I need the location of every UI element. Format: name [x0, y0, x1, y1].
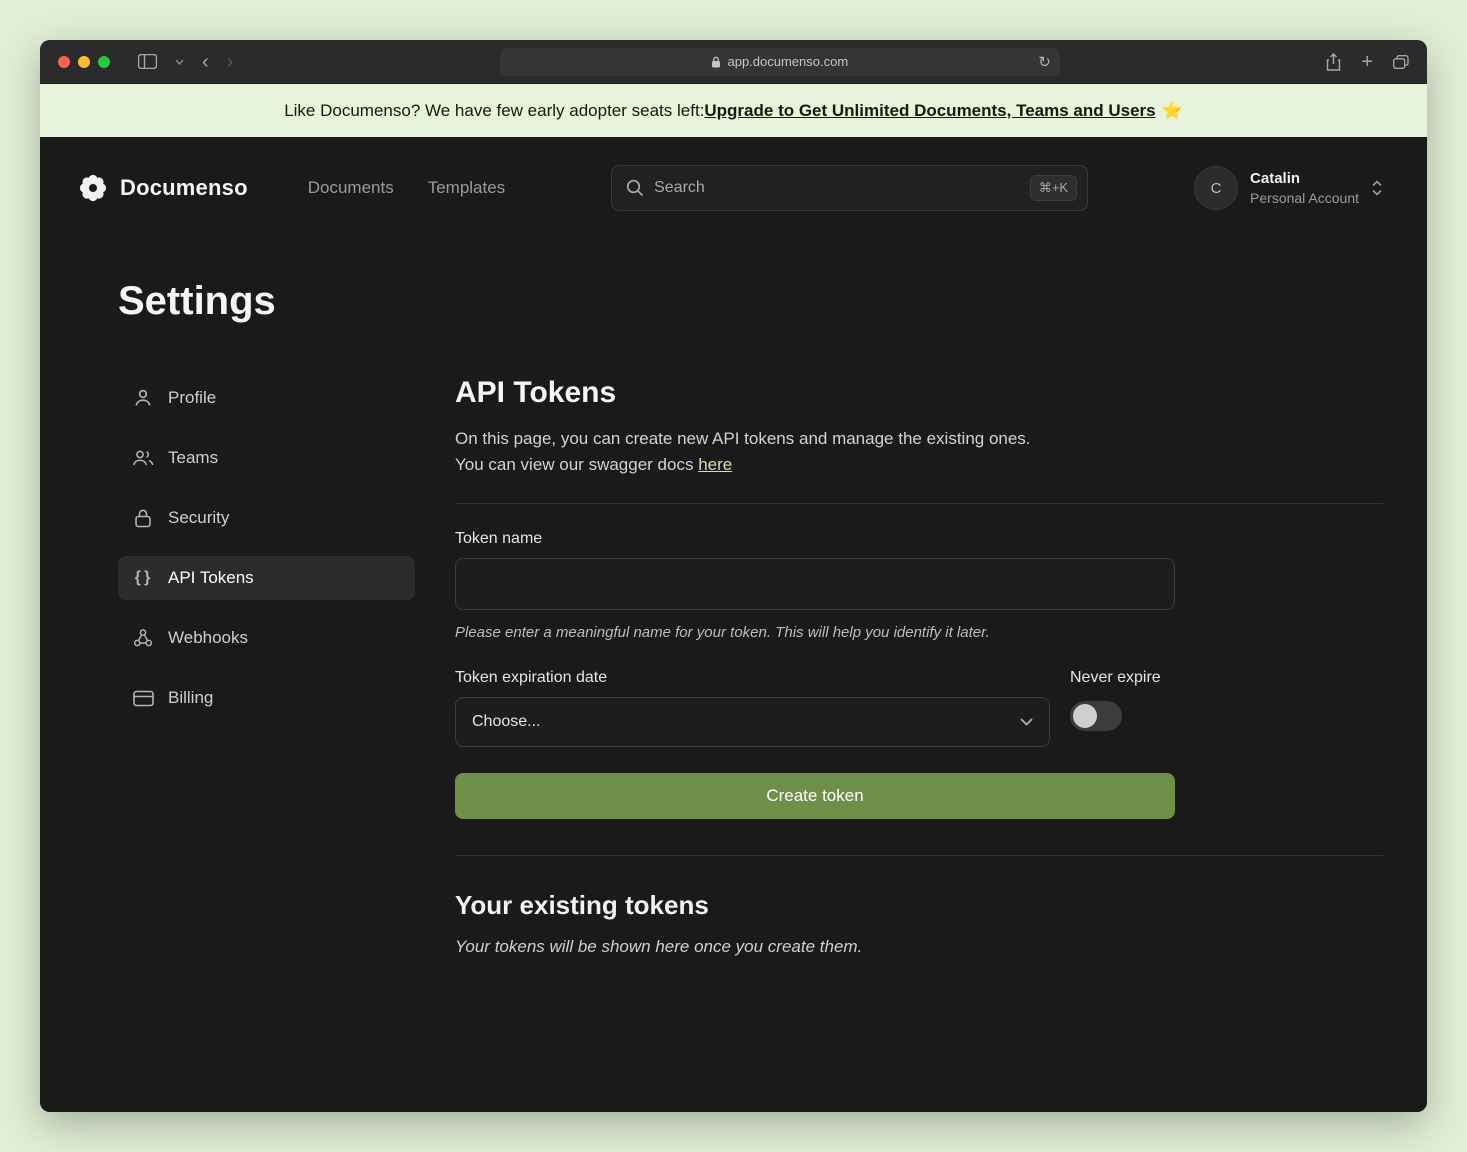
sidebar-item-api-tokens[interactable]: { } API Tokens [118, 556, 415, 600]
token-name-hint: Please enter a meaningful name for your … [455, 624, 1383, 641]
create-token-button[interactable]: Create token [455, 773, 1175, 819]
expiration-select[interactable]: Choose... [455, 697, 1050, 747]
search-bar[interactable]: ⌘+K [611, 165, 1088, 211]
avatar: C [1194, 166, 1238, 210]
sidebar-item-label: Security [168, 508, 229, 528]
share-icon[interactable] [1326, 53, 1341, 71]
user-icon [132, 388, 154, 408]
braces-icon: { } [132, 569, 154, 587]
sidebar-item-label: Billing [168, 688, 213, 708]
sidebar-item-label: API Tokens [168, 568, 254, 588]
promo-text: Like Documenso? We have few early adopte… [284, 101, 704, 121]
page-title: Settings [118, 279, 1427, 324]
never-expire-label: Never expire [1070, 669, 1161, 687]
traffic-lights [58, 56, 110, 68]
brand-logo[interactable]: Documenso [78, 173, 248, 203]
expiration-label: Token expiration date [455, 669, 1050, 687]
account-type: Personal Account [1250, 189, 1359, 207]
app-content: Documenso Documents Templates ⌘+K C Cata… [40, 137, 1427, 1112]
swagger-docs-link[interactable]: here [698, 455, 732, 474]
section-title: API Tokens [455, 376, 1383, 410]
token-name-input[interactable] [455, 558, 1175, 610]
sidebar-item-label: Profile [168, 388, 216, 408]
browser-chrome: ‹ › app.documenso.com ↻ + [40, 40, 1427, 84]
sidebar-item-billing[interactable]: Billing [118, 676, 415, 720]
section-description-line2: You can view our swagger docs [455, 455, 698, 474]
search-input[interactable] [654, 179, 1020, 197]
users-icon [132, 448, 154, 468]
top-nav: Documents Templates [308, 178, 505, 198]
back-button[interactable]: ‹ [202, 52, 209, 72]
sidebar-item-teams[interactable]: Teams [118, 436, 415, 480]
sidebar-item-webhooks[interactable]: Webhooks [118, 616, 415, 660]
browser-window: ‹ › app.documenso.com ↻ + Like Documenso… [40, 40, 1427, 1112]
lock-icon [711, 56, 721, 68]
nav-documents[interactable]: Documents [308, 178, 394, 198]
chevron-up-down-icon [1371, 179, 1383, 197]
tab-overview-icon[interactable] [1393, 55, 1409, 69]
nav-templates[interactable]: Templates [428, 178, 505, 198]
existing-tokens-empty-note: Your tokens will be shown here once you … [455, 937, 1383, 957]
new-tab-button[interactable]: + [1361, 52, 1373, 72]
sidebar-item-label: Webhooks [168, 628, 248, 648]
settings-sidebar: Profile Teams Security { } API Token [118, 376, 415, 957]
sidebar-item-security[interactable]: Security [118, 496, 415, 540]
sidebar-item-profile[interactable]: Profile [118, 376, 415, 420]
account-name: Catalin [1250, 169, 1359, 189]
sidebar-toggle-icon[interactable] [138, 54, 157, 69]
forward-button[interactable]: › [227, 52, 234, 72]
search-shortcut-badge: ⌘+K [1030, 175, 1077, 201]
brand-name: Documenso [120, 175, 248, 201]
toggle-knob [1073, 704, 1097, 728]
section-description-line1: On this page, you can create new API tok… [455, 429, 1031, 448]
zoom-window-button[interactable] [98, 56, 110, 68]
lock-icon [132, 508, 154, 528]
token-name-label: Token name [455, 530, 1383, 548]
refresh-icon[interactable]: ↻ [1038, 53, 1051, 71]
app-header: Documenso Documents Templates ⌘+K C Cata… [40, 137, 1427, 213]
divider [455, 503, 1383, 504]
upgrade-link[interactable]: Upgrade to Get Unlimited Documents, Team… [704, 101, 1155, 121]
never-expire-toggle[interactable] [1070, 701, 1122, 731]
credit-card-icon [132, 690, 154, 707]
sidebar-item-label: Teams [168, 448, 218, 468]
minimize-window-button[interactable] [78, 56, 90, 68]
webhook-icon [132, 628, 154, 648]
sidebar-dropdown-icon[interactable] [175, 59, 184, 65]
chevron-down-icon [1020, 718, 1033, 726]
star-emoji: ⭐ [1162, 101, 1183, 121]
url-text: app.documenso.com [727, 54, 848, 69]
account-menu[interactable]: C Catalin Personal Account [1194, 166, 1383, 210]
expiration-selected-value: Choose... [472, 713, 540, 731]
existing-tokens-title: Your existing tokens [455, 890, 1383, 921]
divider [455, 855, 1383, 856]
documenso-logo-icon [78, 173, 108, 203]
close-window-button[interactable] [58, 56, 70, 68]
api-tokens-panel: API Tokens On this page, you can create … [455, 376, 1383, 957]
address-bar[interactable]: app.documenso.com ↻ [500, 48, 1060, 76]
search-icon [626, 179, 644, 197]
promo-banner: Like Documenso? We have few early adopte… [40, 84, 1427, 137]
